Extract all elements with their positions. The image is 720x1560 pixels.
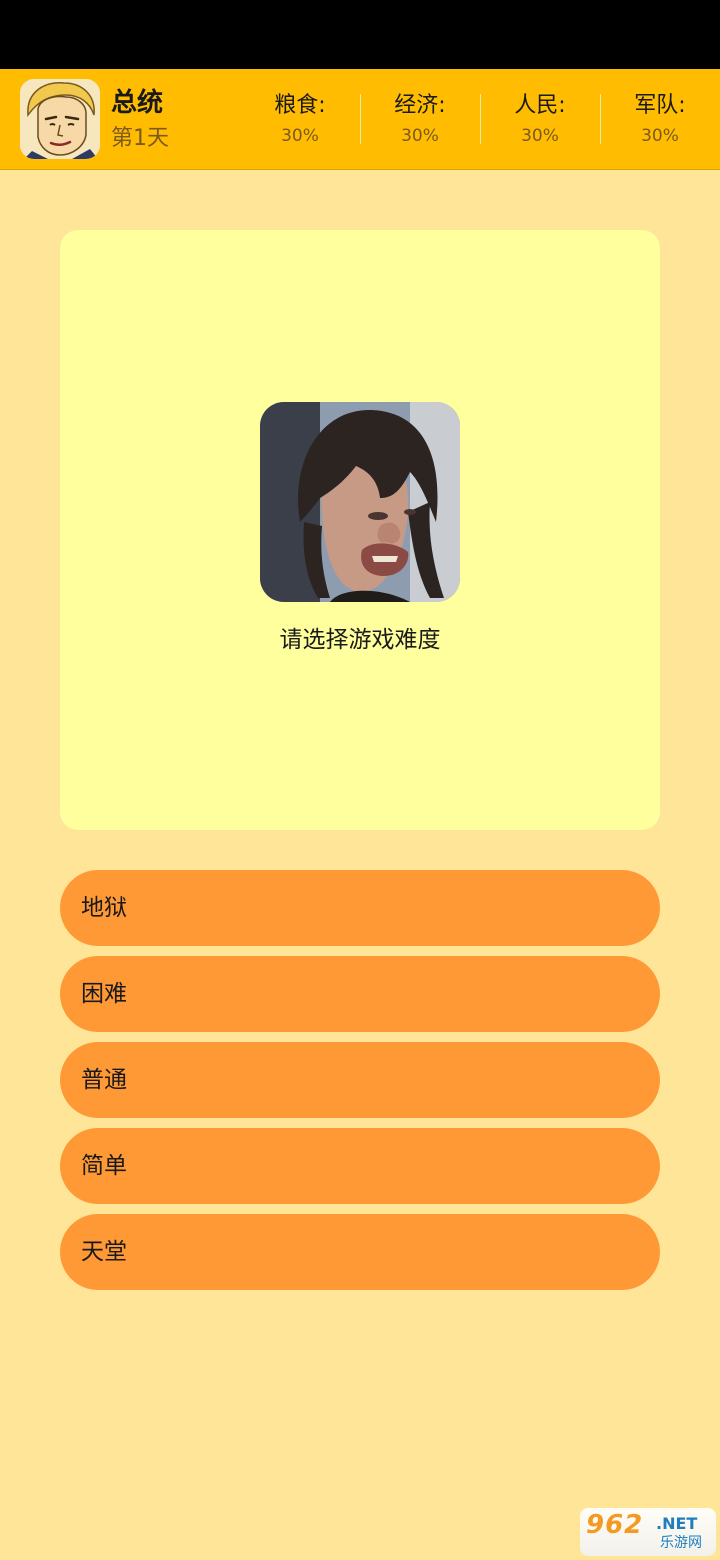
stat-food-label: 粮食: [274,93,326,118]
president-avatar-icon [20,79,100,159]
option-hell-button[interactable]: 地狱 [60,870,660,946]
difficulty-prompt: 请选择游戏难度 [279,627,441,653]
stat-people-value: 30% [521,126,559,146]
character-portrait [260,402,460,602]
option-label: 困难 [81,981,127,1007]
option-normal-button[interactable]: 普通 [60,1042,660,1118]
story-card: 请选择游戏难度 [60,230,660,830]
option-easy-button[interactable]: 简单 [60,1128,660,1204]
watermark-logo: 962 [586,1510,644,1540]
option-heaven-button[interactable]: 天堂 [60,1214,660,1290]
option-hard-button[interactable]: 困难 [60,956,660,1032]
stat-army-value: 30% [641,126,679,146]
site-watermark: 962 .NET 乐游网 [580,1508,716,1556]
president-avatar [20,79,100,159]
top-bar: 总统 第1天 粮食: 30% 经济: 30% 人民: 30% 军队: 30% [0,69,720,170]
stat-divider [480,94,481,144]
stat-economy: 经济: 30% [365,91,475,149]
stat-divider [600,94,601,144]
option-label: 地狱 [81,895,127,921]
stat-economy-value: 30% [401,126,439,146]
stat-food-value: 30% [281,126,319,146]
stat-food: 粮食: 30% [245,91,355,149]
status-bar [0,0,720,69]
option-label: 天堂 [81,1239,127,1265]
stat-people: 人民: 30% [485,91,595,149]
stat-economy-label: 经济: [394,93,446,118]
option-label: 简单 [81,1153,127,1179]
option-label: 普通 [81,1067,127,1093]
player-name: 总统 [111,88,164,118]
character-portrait-icon [260,402,460,602]
stat-divider [360,94,361,144]
watermark-subtitle: 乐游网 [660,1535,702,1551]
stat-people-label: 人民: [514,93,566,118]
watermark-suffix: .NET [656,1514,698,1533]
stat-army: 军队: 30% [605,91,715,149]
day-counter: 第1天 [111,126,169,151]
stat-army-label: 军队: [634,93,686,118]
